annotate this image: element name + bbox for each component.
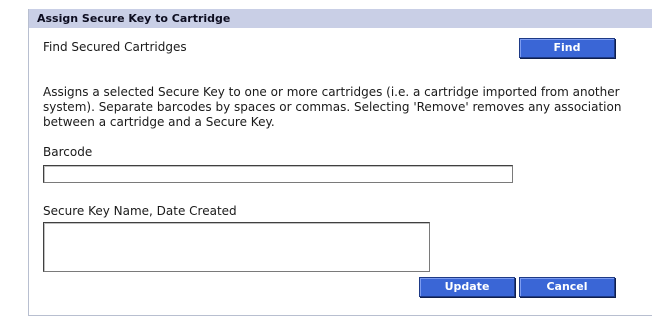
barcode-label: Barcode [43,145,93,159]
update-button[interactable]: Update [419,277,515,297]
secure-key-label: Secure Key Name, Date Created [43,204,237,218]
find-button[interactable]: Find [519,38,615,58]
assign-secure-key-panel: Assign Secure Key to Cartridge Find Secu… [28,9,652,316]
description-text: Assigns a selected Secure Key to one or … [43,85,622,129]
find-secured-cartridges-label: Find Secured Cartridges [43,40,187,54]
secure-key-listbox[interactable] [43,222,430,272]
panel-title: Assign Secure Key to Cartridge [29,9,652,28]
barcode-input[interactable] [43,165,513,183]
cancel-button[interactable]: Cancel [519,277,615,297]
